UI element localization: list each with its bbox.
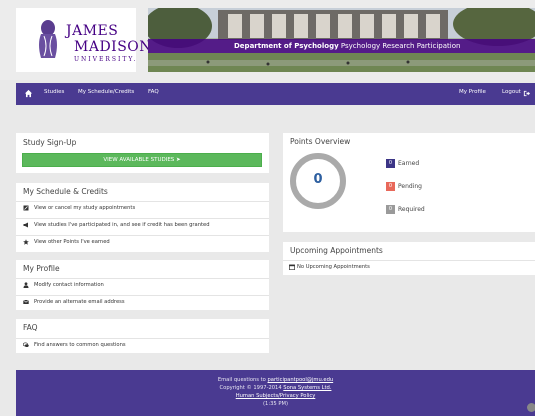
list-item[interactable]: Find answers to common questions [16,338,269,351]
points-overview-title: Points Overview [290,137,351,146]
banner-caption: Department of Psychology Psychology Rese… [234,42,460,50]
required-badge: 0 [386,205,395,214]
jmu-seal-icon [39,20,57,58]
study-signup-title: Study Sign-Up [23,138,77,147]
view-available-studies-button[interactable]: VIEW AVAILABLE STUDIES ➤ [22,153,262,167]
footer-copyright-line: Copyright © 1997-2014 Sona Systems Ltd. [16,385,535,391]
list-item[interactable]: Modify contact information [16,278,269,291]
list-item[interactable]: Provide an alternate email address [16,295,269,308]
footer-email-line: Email questions to participantpool@jmu.e… [16,377,535,383]
logout-icon[interactable] [523,90,530,97]
faq-title: FAQ [23,323,38,332]
points-total-value: 0 [313,172,323,187]
nav-my-schedule-credits[interactable]: My Schedule/Credits [78,89,134,95]
schedule-credits-card: My Schedule & Credits View or cancel my … [16,183,269,252]
footer-company-link[interactable]: Sona Systems Ltd. [283,385,331,391]
user-icon [23,282,29,288]
pending-value: 0 [388,183,393,189]
edit-icon [23,205,29,211]
upcoming-appointments-card: Upcoming Appointments No Upcoming Appoin… [283,242,535,275]
view-other-points-link[interactable]: View other Points I've earned [34,239,110,245]
banner-department: Department of Psychology [234,42,339,50]
logo-text-james: JAMES [66,23,119,39]
star-icon [23,239,29,245]
earned-badge: 0 [386,159,395,168]
banner-subtitle: Psychology Research Participation [340,42,461,50]
view-cancel-appointments-link[interactable]: View or cancel my study appointments [34,205,135,211]
list-item[interactable]: View studies I've participated in, and s… [16,218,269,231]
list-item: No Upcoming Appointments [283,260,535,273]
calendar-icon [289,264,295,270]
footer-privacy-link[interactable]: Human Subjects/Privacy Policy [236,393,316,399]
upcoming-appointments-title: Upcoming Appointments [290,246,383,255]
my-profile-title: My Profile [23,264,60,273]
points-ring: 0 [290,153,346,209]
footer-email-link[interactable]: participantpool@jmu.edu [268,377,334,383]
list-item[interactable]: View or cancel my study appointments [16,201,269,214]
schedule-credits-title: My Schedule & Credits [23,187,108,196]
footer-email-prefix: Email questions to [217,377,266,383]
footer: Email questions to participantpool@jmu.e… [16,370,535,416]
home-icon[interactable] [24,89,33,98]
view-available-studies-text: VIEW AVAILABLE STUDIES [103,157,175,163]
my-profile-card: My Profile Modify contact information Pr… [16,260,269,310]
view-participated-studies-link[interactable]: View studies I've participated in, and s… [34,222,210,228]
envelope-icon [23,299,29,304]
nav-logout[interactable]: Logout [502,89,521,95]
logo-text-madison: MADISON [74,39,153,55]
alternate-email-link[interactable]: Provide an alternate email address [34,299,125,305]
scroll-top-button[interactable] [527,403,535,412]
header: JAMES MADISON UNIVERSITY. Department of … [0,0,535,80]
required-value: 0 [388,206,393,212]
pending-badge: 0 [386,182,395,191]
earned-value: 0 [388,160,393,166]
footer-copyright: Copyright © 1997-2014 [219,385,282,391]
nav-faq[interactable]: FAQ [148,89,159,95]
view-available-studies-label: VIEW AVAILABLE STUDIES ➤ [23,157,261,163]
modify-contact-info-link[interactable]: Modify contact information [34,282,104,288]
no-appointments-text: No Upcoming Appointments [297,264,370,270]
logo-text-university: UNIVERSITY. [74,56,138,63]
faq-card: FAQ Find answers to common questions [16,319,269,353]
campus-banner: Department of Psychology Psychology Rese… [148,8,535,72]
earned-label: Earned [398,160,420,167]
list-item[interactable]: View other Points I've earned [16,235,269,248]
required-label: Required [398,206,425,213]
nav-studies[interactable]: Studies [44,89,64,95]
arrow-circle-right-icon: ➤ [176,157,181,163]
study-signup-card: Study Sign-Up VIEW AVAILABLE STUDIES ➤ [16,133,269,173]
points-overview-card: Points Overview 0 0 Earned 0 Pending 0 R… [283,133,535,232]
footer-privacy-line: Human Subjects/Privacy Policy [16,393,535,399]
bullhorn-icon [23,222,28,228]
jmu-logo[interactable]: JAMES MADISON UNIVERSITY. [16,8,152,72]
nav-my-profile[interactable]: My Profile [459,89,486,95]
pending-label: Pending [398,183,422,190]
footer-time: (1:35 PM) [263,401,288,407]
faq-link[interactable]: Find answers to common questions [34,342,126,348]
chat-bubbles-icon [23,342,29,347]
main-navbar: Studies My Schedule/Credits FAQ My Profi… [16,83,535,105]
